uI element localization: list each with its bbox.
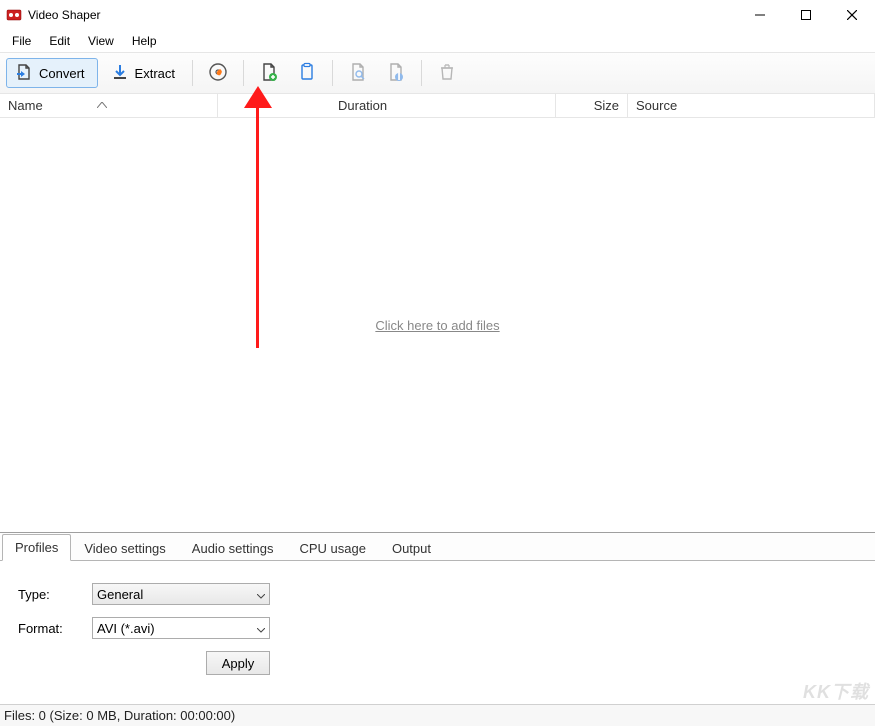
tab-cpu-usage[interactable]: CPU usage: [286, 535, 378, 561]
title-bar: Video Shaper: [0, 0, 875, 30]
toolbar-separator: [192, 60, 193, 86]
add-files-link[interactable]: Click here to add files: [375, 318, 499, 333]
add-file-button[interactable]: [252, 58, 286, 88]
column-header-size[interactable]: Size: [556, 94, 628, 117]
tabstrip: Profiles Video settings Audio settings C…: [0, 533, 875, 561]
status-bar: Files: 0 (Size: 0 MB, Duration: 00:00:00…: [0, 704, 875, 726]
maximize-button[interactable]: [783, 0, 829, 30]
file-search-icon: [348, 62, 368, 85]
column-source-label: Source: [636, 98, 677, 113]
toolbar-separator: [421, 60, 422, 86]
apply-label: Apply: [222, 656, 255, 671]
toolbar-separator: [332, 60, 333, 86]
type-value: General: [97, 587, 143, 602]
convert-icon: [15, 63, 33, 84]
menu-view[interactable]: View: [80, 32, 122, 50]
type-label: Type:: [18, 587, 92, 602]
extract-label: Extract: [135, 66, 175, 81]
tab-profiles[interactable]: Profiles: [2, 534, 71, 561]
column-duration-label: Duration: [338, 98, 387, 113]
chevron-down-icon: [257, 587, 265, 602]
column-header-duration[interactable]: Duration: [218, 94, 556, 117]
type-select[interactable]: General: [92, 583, 270, 605]
paste-button[interactable]: [290, 58, 324, 88]
format-label: Format:: [18, 621, 92, 636]
tab-video-settings[interactable]: Video settings: [71, 535, 178, 561]
column-name-label: Name: [8, 98, 43, 113]
file-list-body[interactable]: Click here to add files: [0, 118, 875, 532]
convert-button[interactable]: Convert: [6, 58, 98, 88]
window-controls: [737, 0, 875, 30]
trash-icon: [437, 62, 457, 85]
profiles-panel: Type: General Format: AVI (*.avi) Apply: [0, 561, 875, 701]
app-icon: [6, 7, 22, 23]
menu-bar: File Edit View Help: [0, 30, 875, 52]
format-value: AVI (*.avi): [97, 621, 155, 636]
preview-button[interactable]: [341, 58, 375, 88]
close-button[interactable]: [829, 0, 875, 30]
tab-audio-settings[interactable]: Audio settings: [179, 535, 287, 561]
minimize-button[interactable]: [737, 0, 783, 30]
toolbar: Convert Extract i: [0, 52, 875, 94]
tab-output[interactable]: Output: [379, 535, 444, 561]
add-file-icon: [259, 62, 279, 85]
clipboard-icon: [297, 62, 317, 85]
column-header-source[interactable]: Source: [628, 94, 875, 117]
burn-button[interactable]: [201, 58, 235, 88]
column-header-name[interactable]: Name: [0, 94, 218, 117]
extract-button[interactable]: Extract: [102, 58, 184, 88]
burn-icon: [208, 62, 228, 85]
convert-label: Convert: [39, 66, 85, 81]
file-info-icon: i: [386, 62, 406, 85]
file-info-button[interactable]: i: [379, 58, 413, 88]
extract-icon: [111, 63, 129, 84]
settings-panel: Profiles Video settings Audio settings C…: [0, 532, 875, 701]
window-title: Video Shaper: [28, 8, 737, 22]
menu-file[interactable]: File: [4, 32, 39, 50]
svg-text:i: i: [397, 68, 401, 82]
column-size-label: Size: [594, 98, 619, 113]
file-list-header: Name Duration Size Source: [0, 94, 875, 118]
sort-indicator-icon: [97, 96, 107, 111]
toolbar-separator: [243, 60, 244, 86]
menu-help[interactable]: Help: [124, 32, 165, 50]
menu-edit[interactable]: Edit: [41, 32, 78, 50]
delete-button[interactable]: [430, 58, 464, 88]
apply-button[interactable]: Apply: [206, 651, 270, 675]
format-select[interactable]: AVI (*.avi): [92, 617, 270, 639]
chevron-down-icon: [257, 621, 265, 636]
status-text: Files: 0 (Size: 0 MB, Duration: 00:00:00…: [4, 708, 235, 723]
